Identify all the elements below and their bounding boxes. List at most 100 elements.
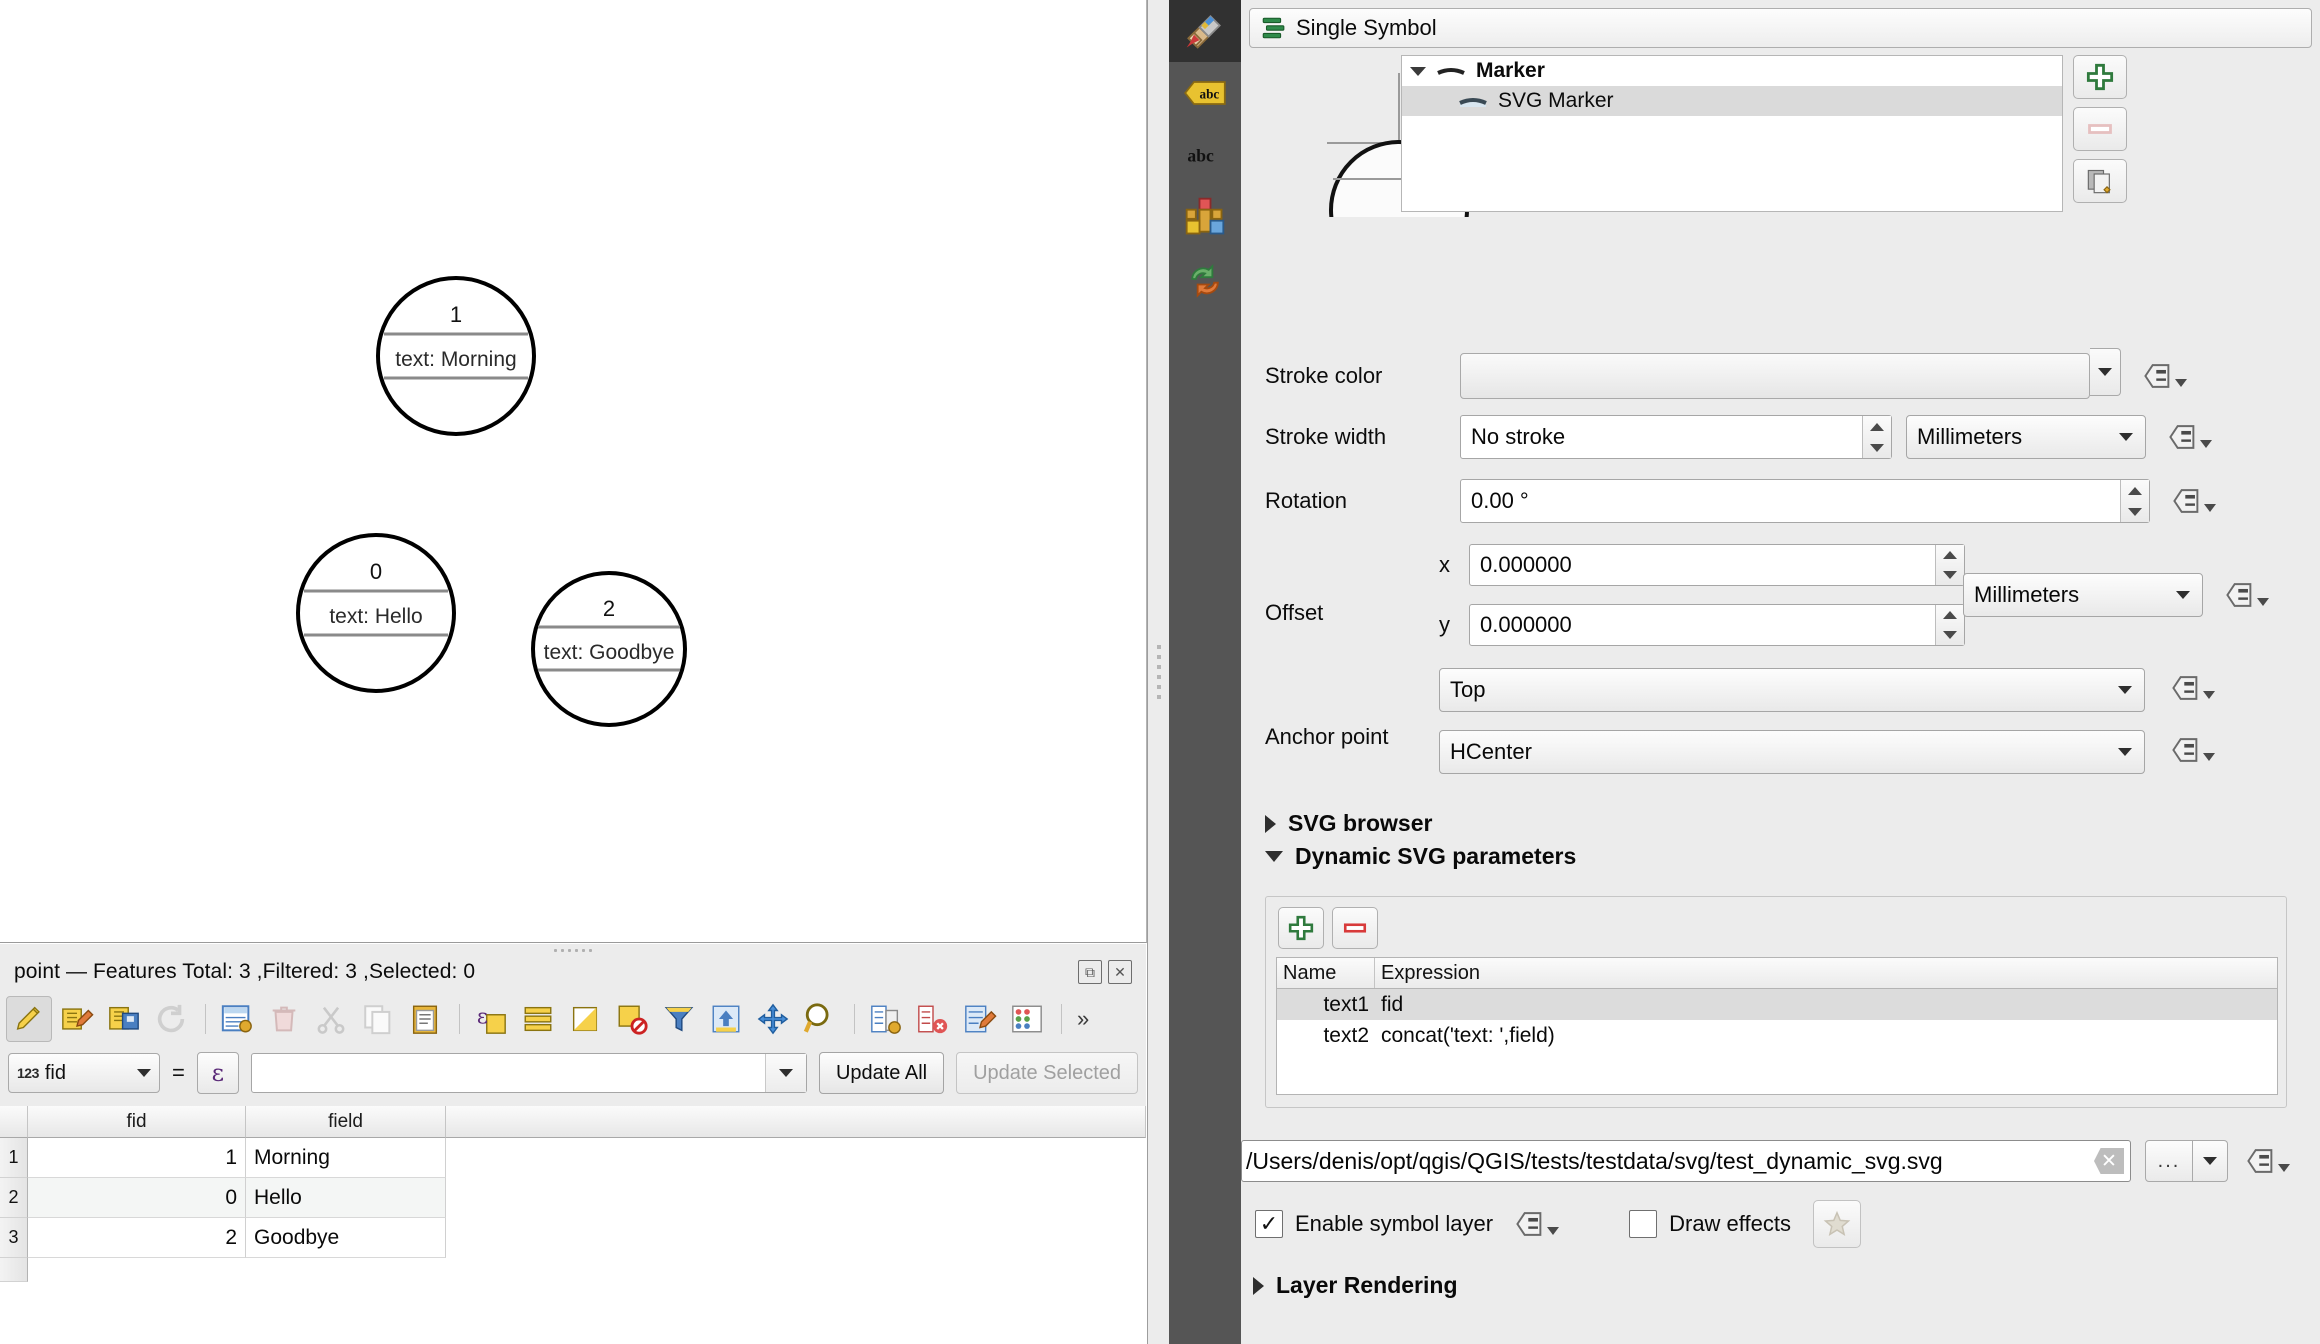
pan-to-selection-icon[interactable]: [751, 997, 795, 1041]
map-canvas[interactable]: 1 text: Morning 0 text: Hello 2 text: Go…: [0, 0, 1147, 943]
map-marker[interactable]: 1 text: Morning: [374, 274, 538, 438]
rotation-input[interactable]: 0.00 °: [1460, 479, 2150, 523]
delete-field-icon[interactable]: [262, 997, 306, 1041]
offset-override-button[interactable]: [2225, 573, 2269, 617]
svg-browse-dropdown[interactable]: [2193, 1140, 2228, 1182]
renderer-select[interactable]: Single Symbol: [1249, 8, 2312, 48]
column-header-fid[interactable]: fid: [28, 1106, 246, 1138]
dynamic-param-name[interactable]: text1: [1277, 993, 1375, 1017]
3d-view-tab[interactable]: [1169, 186, 1241, 248]
new-field-icon[interactable]: [215, 997, 259, 1041]
layer-rendering-section-header[interactable]: Layer Rendering: [1253, 1272, 1458, 1299]
duplicate-symbol-layer-button[interactable]: [2073, 159, 2127, 203]
field-calculator-icon[interactable]: [864, 997, 908, 1041]
offset-unit-select[interactable]: Millimeters: [1963, 573, 2203, 617]
table-row[interactable]: 3 2 Goodbye: [0, 1218, 1146, 1258]
anchor-point-vertical-override-button[interactable]: [2171, 666, 2215, 710]
stroke-width-override-button[interactable]: [2168, 415, 2212, 459]
copy-features-icon[interactable]: [356, 997, 400, 1041]
cell-field[interactable]: Morning: [246, 1138, 446, 1178]
row-number[interactable]: 1: [0, 1138, 28, 1178]
attribute-table[interactable]: fid field 1 1 Morning 2 0 Hello 3 2 Good…: [0, 1106, 1146, 1344]
svg-browser-section-header[interactable]: SVG browser: [1265, 810, 1432, 837]
expression-history-dropdown[interactable]: [764, 1054, 806, 1092]
field-select[interactable]: 123 fid: [8, 1053, 160, 1093]
offset-y-stepper[interactable]: [1935, 605, 1964, 645]
stroke-color-swatch[interactable]: [1460, 353, 2090, 399]
stroke-width-unit-select[interactable]: Millimeters: [1906, 415, 2146, 459]
anchor-point-horizontal-override-button[interactable]: [2171, 728, 2215, 772]
row-number[interactable]: 3: [0, 1218, 28, 1258]
offset-x-input[interactable]: 0.000000: [1469, 544, 1965, 586]
symbology-tab[interactable]: [1169, 0, 1241, 62]
anchor-point-horizontal-select[interactable]: HCenter: [1439, 730, 2145, 774]
history-tab[interactable]: [1169, 248, 1241, 310]
edit-table-icon[interactable]: [55, 997, 99, 1041]
deselect-all-icon[interactable]: [610, 997, 654, 1041]
cell-fid[interactable]: 1: [28, 1138, 246, 1178]
remove-parameter-button[interactable]: [1332, 907, 1378, 949]
add-parameter-button[interactable]: [1278, 907, 1324, 949]
zoom-to-selection-icon[interactable]: [798, 997, 842, 1041]
column-header-field[interactable]: field: [246, 1106, 446, 1138]
cell-fid[interactable]: 2: [28, 1218, 246, 1258]
dynamic-param-expression[interactable]: fid: [1375, 993, 2277, 1017]
dynamic-params-expression-header[interactable]: Expression: [1375, 958, 2277, 988]
close-icon[interactable]: ✕: [1108, 960, 1132, 984]
save-edits-icon[interactable]: [102, 997, 146, 1041]
more-icon[interactable]: »: [1077, 1006, 1089, 1032]
cut-features-icon[interactable]: [309, 997, 353, 1041]
enable-symbol-layer-checkbox[interactable]: ✓: [1255, 1210, 1283, 1238]
dynamic-svg-parameters-section-header[interactable]: Dynamic SVG parameters: [1265, 843, 1576, 870]
form-view-icon[interactable]: [958, 997, 1002, 1041]
layer-tree-row-svg-marker[interactable]: SVG Marker: [1402, 86, 2062, 116]
stroke-color-override-button[interactable]: [2143, 354, 2187, 398]
reload-icon[interactable]: [149, 997, 193, 1041]
offset-x-stepper[interactable]: [1935, 545, 1964, 585]
invert-selection-icon[interactable]: [563, 997, 607, 1041]
panel-splitter[interactable]: [1147, 0, 1170, 1344]
stroke-width-stepper[interactable]: [1862, 416, 1891, 458]
dynamic-parameters-table[interactable]: Name Expression text1 fid text2 concat('…: [1276, 957, 2278, 1095]
table-row[interactable]: 2 0 Hello: [0, 1178, 1146, 1218]
dynamic-param-row[interactable]: text2 concat('text: ',field): [1277, 1020, 2277, 1051]
expression-text-field[interactable]: [251, 1060, 765, 1086]
labels-tab[interactable]: abc: [1169, 62, 1241, 124]
update-all-button[interactable]: Update All: [818, 1052, 945, 1094]
expression-input[interactable]: [250, 1053, 807, 1093]
stroke-color-dropdown[interactable]: [2090, 348, 2121, 396]
dynamic-params-name-header[interactable]: Name: [1277, 958, 1375, 988]
symbol-layer-tree[interactable]: Marker SVG Marker: [1401, 55, 2063, 212]
clear-icon[interactable]: ✕: [2094, 1148, 2124, 1174]
anchor-point-vertical-select[interactable]: Top: [1439, 668, 2145, 712]
cell-fid[interactable]: 0: [28, 1178, 246, 1218]
paste-features-icon[interactable]: [403, 997, 447, 1041]
toggle-editing-icon[interactable]: [6, 996, 52, 1042]
layer-tree-row-marker[interactable]: Marker: [1402, 56, 2062, 86]
map-marker[interactable]: 0 text: Hello: [294, 531, 458, 695]
filter-icon[interactable]: [657, 997, 701, 1041]
select-all-icon[interactable]: [516, 997, 560, 1041]
dynamic-param-expression[interactable]: concat('text: ',field): [1375, 1024, 2277, 1048]
svg-browse-button[interactable]: ...: [2145, 1140, 2193, 1182]
enable-symbol-layer-override-button[interactable]: [1515, 1202, 1560, 1246]
draw-effects-checkbox[interactable]: [1629, 1210, 1658, 1238]
expression-builder-button[interactable]: ε: [196, 1052, 239, 1094]
rotation-stepper[interactable]: [2120, 480, 2149, 522]
svg-path-override-button[interactable]: [2246, 1139, 2290, 1183]
offset-y-input[interactable]: 0.000000: [1469, 604, 1965, 646]
cell-field[interactable]: Hello: [246, 1178, 446, 1218]
svg-path-input[interactable]: /Users/denis/opt/qgis/QGIS/tests/testdat…: [1241, 1140, 2131, 1182]
statistics-icon[interactable]: [1005, 997, 1049, 1041]
table-row[interactable]: 1 1 Morning: [0, 1138, 1146, 1178]
dynamic-param-row[interactable]: text1 fid: [1277, 989, 2277, 1020]
stroke-width-input[interactable]: No stroke: [1460, 415, 1892, 459]
row-number[interactable]: 2: [0, 1178, 28, 1218]
select-expression-icon[interactable]: ε: [469, 997, 513, 1041]
rotation-override-button[interactable]: [2172, 479, 2216, 523]
dynamic-param-name[interactable]: text2: [1277, 1024, 1375, 1048]
move-selection-top-icon[interactable]: [704, 997, 748, 1041]
masks-tab[interactable]: abc abc: [1169, 124, 1241, 186]
map-marker[interactable]: 2 text: Goodbye: [529, 569, 689, 729]
conditional-format-icon[interactable]: [911, 997, 955, 1041]
